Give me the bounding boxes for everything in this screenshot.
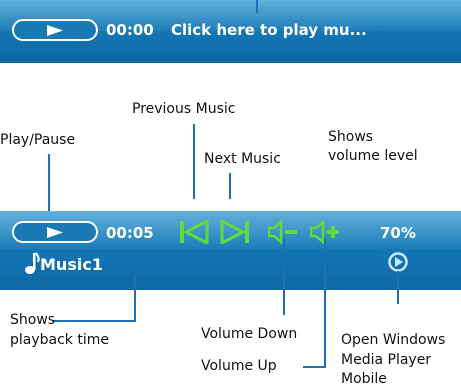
click-to-play-text[interactable]: Click here to play mu... — [171, 21, 367, 39]
play-icon — [47, 227, 63, 238]
top-callout-line — [256, 0, 258, 13]
open-player-icon[interactable] — [387, 251, 409, 273]
main-player-bar: 00:05 70% Music1 — [0, 211, 461, 290]
label-shows-volume-1: Shows — [328, 129, 374, 145]
label-shows-time-2: playback time — [10, 332, 109, 348]
play-callout-line — [48, 154, 50, 212]
play-icon — [47, 25, 63, 36]
label-shows-time-1: Shows — [10, 312, 56, 328]
time-callout-line-v — [134, 276, 136, 322]
label-shows-volume-2: volume level — [328, 148, 418, 164]
skip-next-icon[interactable] — [219, 220, 251, 244]
label-open-wmp-2: Media Player — [341, 352, 432, 368]
play-button[interactable] — [12, 19, 98, 41]
play-pause-button[interactable] — [12, 221, 98, 243]
volume-up-icon[interactable] — [310, 220, 342, 244]
label-next-music: Next Music — [204, 151, 281, 167]
time-callout-line-h — [52, 320, 136, 322]
playback-time: 00:05 — [106, 224, 154, 242]
track-title: Music1 — [40, 255, 103, 274]
label-volume-down: Volume Down — [201, 326, 298, 342]
volume-level: 70% — [380, 224, 416, 242]
label-previous-music: Previous Music — [132, 101, 236, 117]
previous-callout-line — [193, 124, 195, 199]
skip-previous-icon[interactable] — [179, 220, 211, 244]
top-player-bar: 00:00 Click here to play mu... — [0, 0, 461, 63]
volume-down-callout-line — [283, 238, 285, 315]
label-play-pause: Play/Pause — [0, 132, 76, 148]
label-open-wmp-1: Open Windows — [341, 332, 446, 348]
label-open-wmp-3: Mobile — [341, 371, 387, 387]
volume-up-callout-line-v — [324, 238, 326, 367]
open-player-callout-line — [397, 271, 399, 304]
music-note-icon — [25, 252, 40, 274]
next-callout-line — [229, 173, 231, 199]
label-volume-up: Volume Up — [201, 358, 277, 374]
volume-up-callout-line-h — [303, 366, 326, 368]
elapsed-time: 00:00 — [106, 21, 154, 39]
